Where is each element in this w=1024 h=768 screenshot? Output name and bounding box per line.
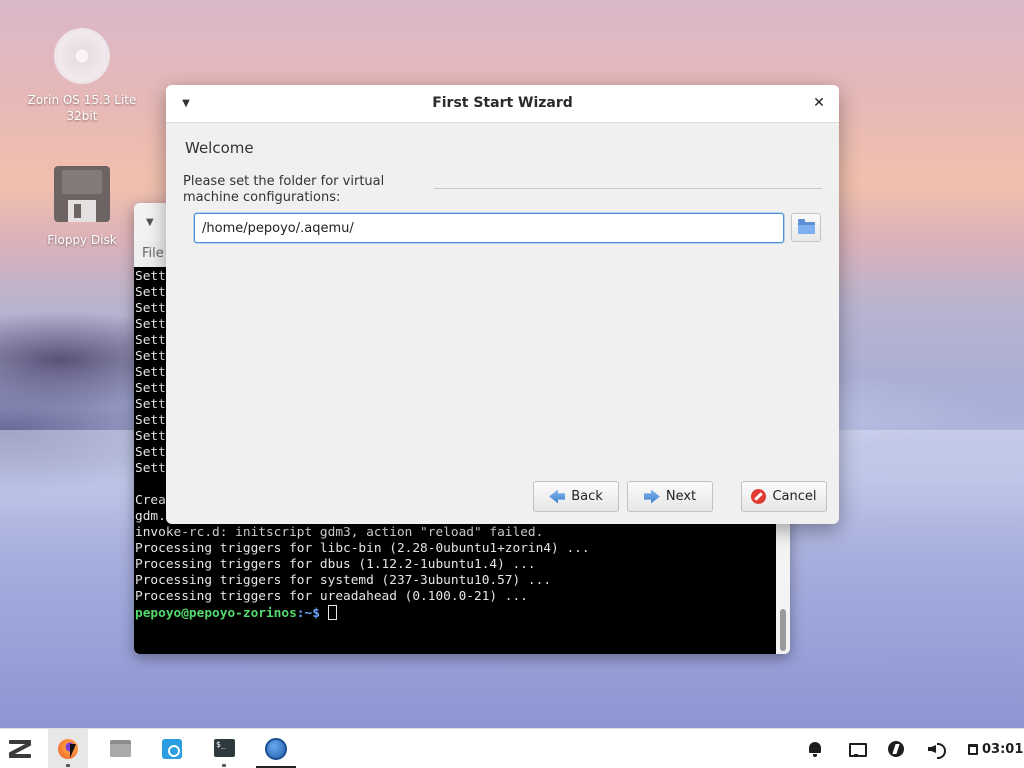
running-indicator bbox=[66, 764, 70, 767]
terminal-line: Processing triggers for ureadahead (0.10… bbox=[135, 589, 528, 604]
terminal-line: Processing triggers for libc-bin (2.28-0… bbox=[135, 541, 590, 556]
running-indicator bbox=[222, 764, 226, 767]
terminal-icon: $_ bbox=[214, 739, 235, 757]
taskbar: $_ 03:01 bbox=[0, 728, 1024, 768]
aqemu-icon bbox=[265, 738, 287, 760]
calendar-icon bbox=[968, 743, 978, 755]
first-start-wizard-dialog[interactable]: First Start Wizard ▼ ✕ Welcome Please se… bbox=[166, 85, 839, 524]
taskbar-software-store[interactable] bbox=[152, 729, 192, 768]
arrow-left-icon bbox=[549, 489, 566, 504]
folder-prompt-label: Please set the folder for virtual machin… bbox=[183, 174, 385, 205]
prompt-path: :~$ bbox=[296, 606, 328, 621]
files-icon bbox=[110, 740, 131, 757]
desktop-icon-label: Zorin OS 15.3 Lite 32bit bbox=[27, 93, 137, 123]
back-button[interactable]: Back bbox=[533, 481, 619, 512]
back-button-label: Back bbox=[571, 489, 603, 504]
taskbar-firefox[interactable] bbox=[48, 729, 88, 768]
volume-icon[interactable] bbox=[928, 741, 946, 759]
vm-folder-input[interactable] bbox=[194, 213, 784, 243]
browse-folder-button[interactable] bbox=[791, 213, 821, 242]
software-store-icon bbox=[162, 739, 182, 759]
scrollbar-thumb[interactable] bbox=[780, 609, 786, 651]
desktop-icon-floppy-disk[interactable]: Floppy Disk bbox=[22, 166, 142, 248]
taskbar-files[interactable] bbox=[100, 729, 140, 768]
dialog-titlebar[interactable]: First Start Wizard ▼ ✕ bbox=[166, 85, 839, 123]
taskbar-terminal[interactable]: $_ bbox=[204, 729, 244, 768]
cancel-icon bbox=[751, 489, 767, 504]
next-button[interactable]: Next bbox=[627, 481, 713, 512]
text-cursor bbox=[327, 605, 337, 620]
notifications-bell-icon[interactable] bbox=[807, 741, 823, 757]
arrow-right-icon bbox=[643, 489, 660, 504]
zorin-logo-icon bbox=[6, 738, 34, 760]
dialog-title: First Start Wizard bbox=[432, 95, 573, 111]
page-heading: Welcome bbox=[185, 139, 254, 157]
display-icon[interactable] bbox=[848, 741, 867, 757]
folder-icon bbox=[798, 219, 815, 234]
menu-file[interactable]: File bbox=[142, 246, 164, 261]
terminal-line: Processing triggers for dbus (1.12.2-1ub… bbox=[135, 557, 536, 572]
terminal-prompt-line: pepoyo@pepoyo-zorinos:~$ bbox=[135, 605, 776, 622]
disc-icon bbox=[54, 28, 110, 84]
cancel-button-label: Cancel bbox=[772, 489, 817, 504]
chevron-down-icon[interactable]: ▼ bbox=[146, 217, 154, 228]
close-icon[interactable]: ✕ bbox=[811, 95, 827, 111]
separator bbox=[434, 188, 822, 189]
next-button-label: Next bbox=[665, 489, 697, 504]
taskbar-aqemu[interactable] bbox=[256, 729, 296, 768]
desktop-icon-zorin-disc[interactable]: Zorin OS 15.3 Lite 32bit bbox=[22, 28, 142, 124]
mouse-pointer bbox=[70, 744, 76, 758]
power-icon[interactable] bbox=[888, 741, 904, 757]
floppy-disk-icon bbox=[54, 166, 110, 222]
clock-button[interactable]: 03:01 bbox=[968, 729, 1023, 768]
prompt-user: pepoyo@pepoyo-zorinos bbox=[135, 606, 297, 621]
clock-time: 03:01 bbox=[982, 741, 1024, 757]
terminal-line: invoke-rc.d: initscript gdm3, action "re… bbox=[135, 525, 544, 540]
desktop-icon-label: Floppy Disk bbox=[47, 233, 117, 247]
window-menu-icon[interactable]: ▼ bbox=[178, 96, 194, 112]
zorin-menu-button[interactable] bbox=[0, 729, 40, 768]
terminal-line: Processing triggers for systemd (237-3ub… bbox=[135, 573, 552, 588]
cancel-button[interactable]: Cancel bbox=[741, 481, 827, 512]
